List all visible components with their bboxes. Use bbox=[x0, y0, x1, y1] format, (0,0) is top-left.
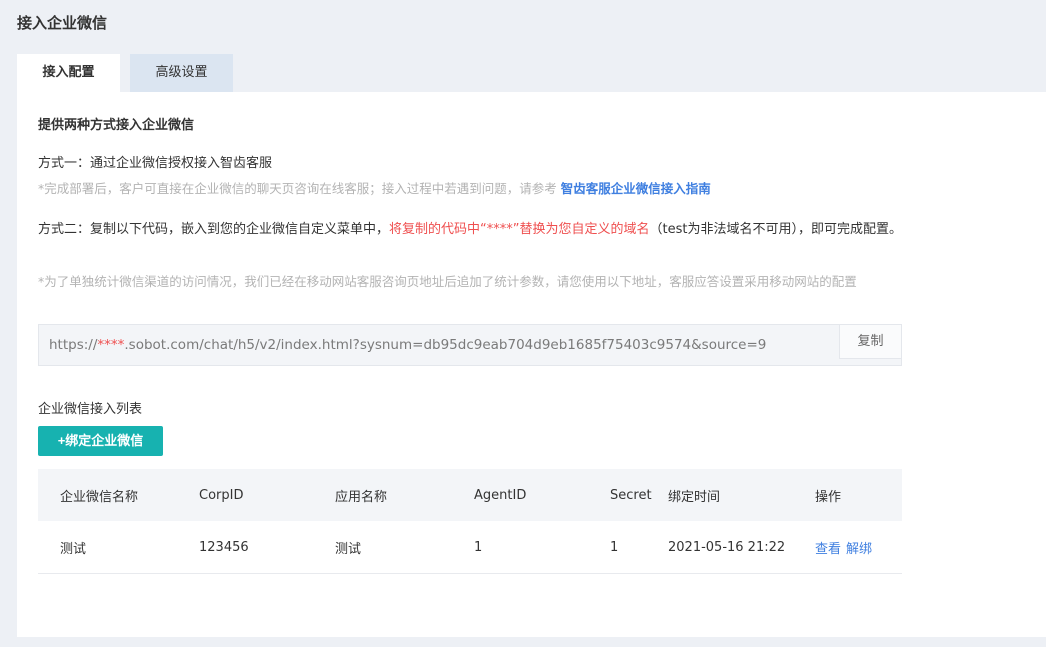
cell-actions: 查看 解绑 bbox=[815, 521, 877, 573]
bind-wecom-button[interactable]: +绑定企业微信 bbox=[38, 426, 163, 456]
url-prefix: https:// bbox=[49, 337, 98, 353]
method2-text-highlight: 将复制的代码中“****”替换为您自定义的域名 bbox=[389, 222, 650, 237]
header-actions: 操作 bbox=[815, 489, 842, 505]
method2-text-b: （test为非法域名不可用），即可完成配置。 bbox=[649, 222, 902, 237]
wecom-table: 企业微信名称 CorpID 应用名称 AgentID Secret 绑定时间 操… bbox=[38, 469, 902, 574]
cell-time: 2021-05-16 21:22 bbox=[668, 539, 786, 555]
cell-agentid: 1 bbox=[474, 539, 483, 555]
list-title: 企业微信接入列表 bbox=[38, 402, 143, 417]
header-name: 企业微信名称 bbox=[60, 489, 139, 505]
table-header: 企业微信名称 CorpID 应用名称 AgentID Secret 绑定时间 操… bbox=[38, 469, 902, 521]
method1-title: 方式一：通过企业微信授权接入智齿客服 bbox=[38, 156, 273, 171]
method2-note: *为了单独统计微信渠道的访问情况，我们已经在移动网站客服咨询页地址后追加了统计参… bbox=[38, 274, 857, 289]
intro-heading: 提供两种方式接入企业微信 bbox=[38, 118, 195, 133]
header-corpid: CorpID bbox=[199, 487, 244, 503]
cell-corpid: 123456 bbox=[199, 539, 249, 555]
header-time: 绑定时间 bbox=[668, 489, 721, 505]
url-suffix: .sobot.com/chat/h5/v2/index.html?sysnum=… bbox=[124, 337, 767, 353]
header-secret: Secret bbox=[610, 487, 652, 503]
url-text[interactable]: https://****.sobot.com/chat/h5/v2/index.… bbox=[49, 337, 766, 353]
url-box: https://****.sobot.com/chat/h5/v2/index.… bbox=[38, 324, 902, 366]
method1-note-text: *完成部署后，客户可直接在企业微信的聊天页咨询在线客服；接入过程中若遇到问题，请… bbox=[38, 181, 561, 196]
method1-note: *完成部署后，客户可直接在企业微信的聊天页咨询在线客服；接入过程中若遇到问题，请… bbox=[38, 178, 711, 197]
cell-app: 测试 bbox=[335, 541, 362, 557]
cell-name: 测试 bbox=[60, 541, 87, 557]
table-row: 测试 123456 测试 1 1 2021-05-16 21:22 查看 解绑 bbox=[38, 521, 902, 574]
header-agentid: AgentID bbox=[474, 487, 527, 503]
url-placeholder-stars: **** bbox=[97, 337, 125, 353]
copy-button[interactable]: 复制 bbox=[839, 325, 901, 359]
tab-bar: 接入配置 高级设置 bbox=[17, 54, 233, 92]
method2-text: 方式二：复制以下代码，嵌入到您的企业微信自定义菜单中，将复制的代码中“****”… bbox=[38, 220, 908, 239]
unbind-link[interactable]: 解绑 bbox=[846, 538, 872, 557]
view-link[interactable]: 查看 bbox=[815, 538, 841, 557]
method2-text-a: 方式二：复制以下代码，嵌入到您的企业微信自定义菜单中， bbox=[38, 222, 390, 237]
cell-secret: 1 bbox=[610, 539, 619, 555]
tab-advanced-settings[interactable]: 高级设置 bbox=[130, 54, 233, 92]
header-app: 应用名称 bbox=[335, 489, 388, 505]
config-panel: 提供两种方式接入企业微信 方式一：通过企业微信授权接入智齿客服 *完成部署后，客… bbox=[17, 92, 1046, 637]
page-title: 接入企业微信 bbox=[17, 14, 108, 32]
guide-link[interactable]: 智齿客服企业微信接入指南 bbox=[561, 181, 711, 196]
tab-access-config[interactable]: 接入配置 bbox=[17, 54, 120, 92]
